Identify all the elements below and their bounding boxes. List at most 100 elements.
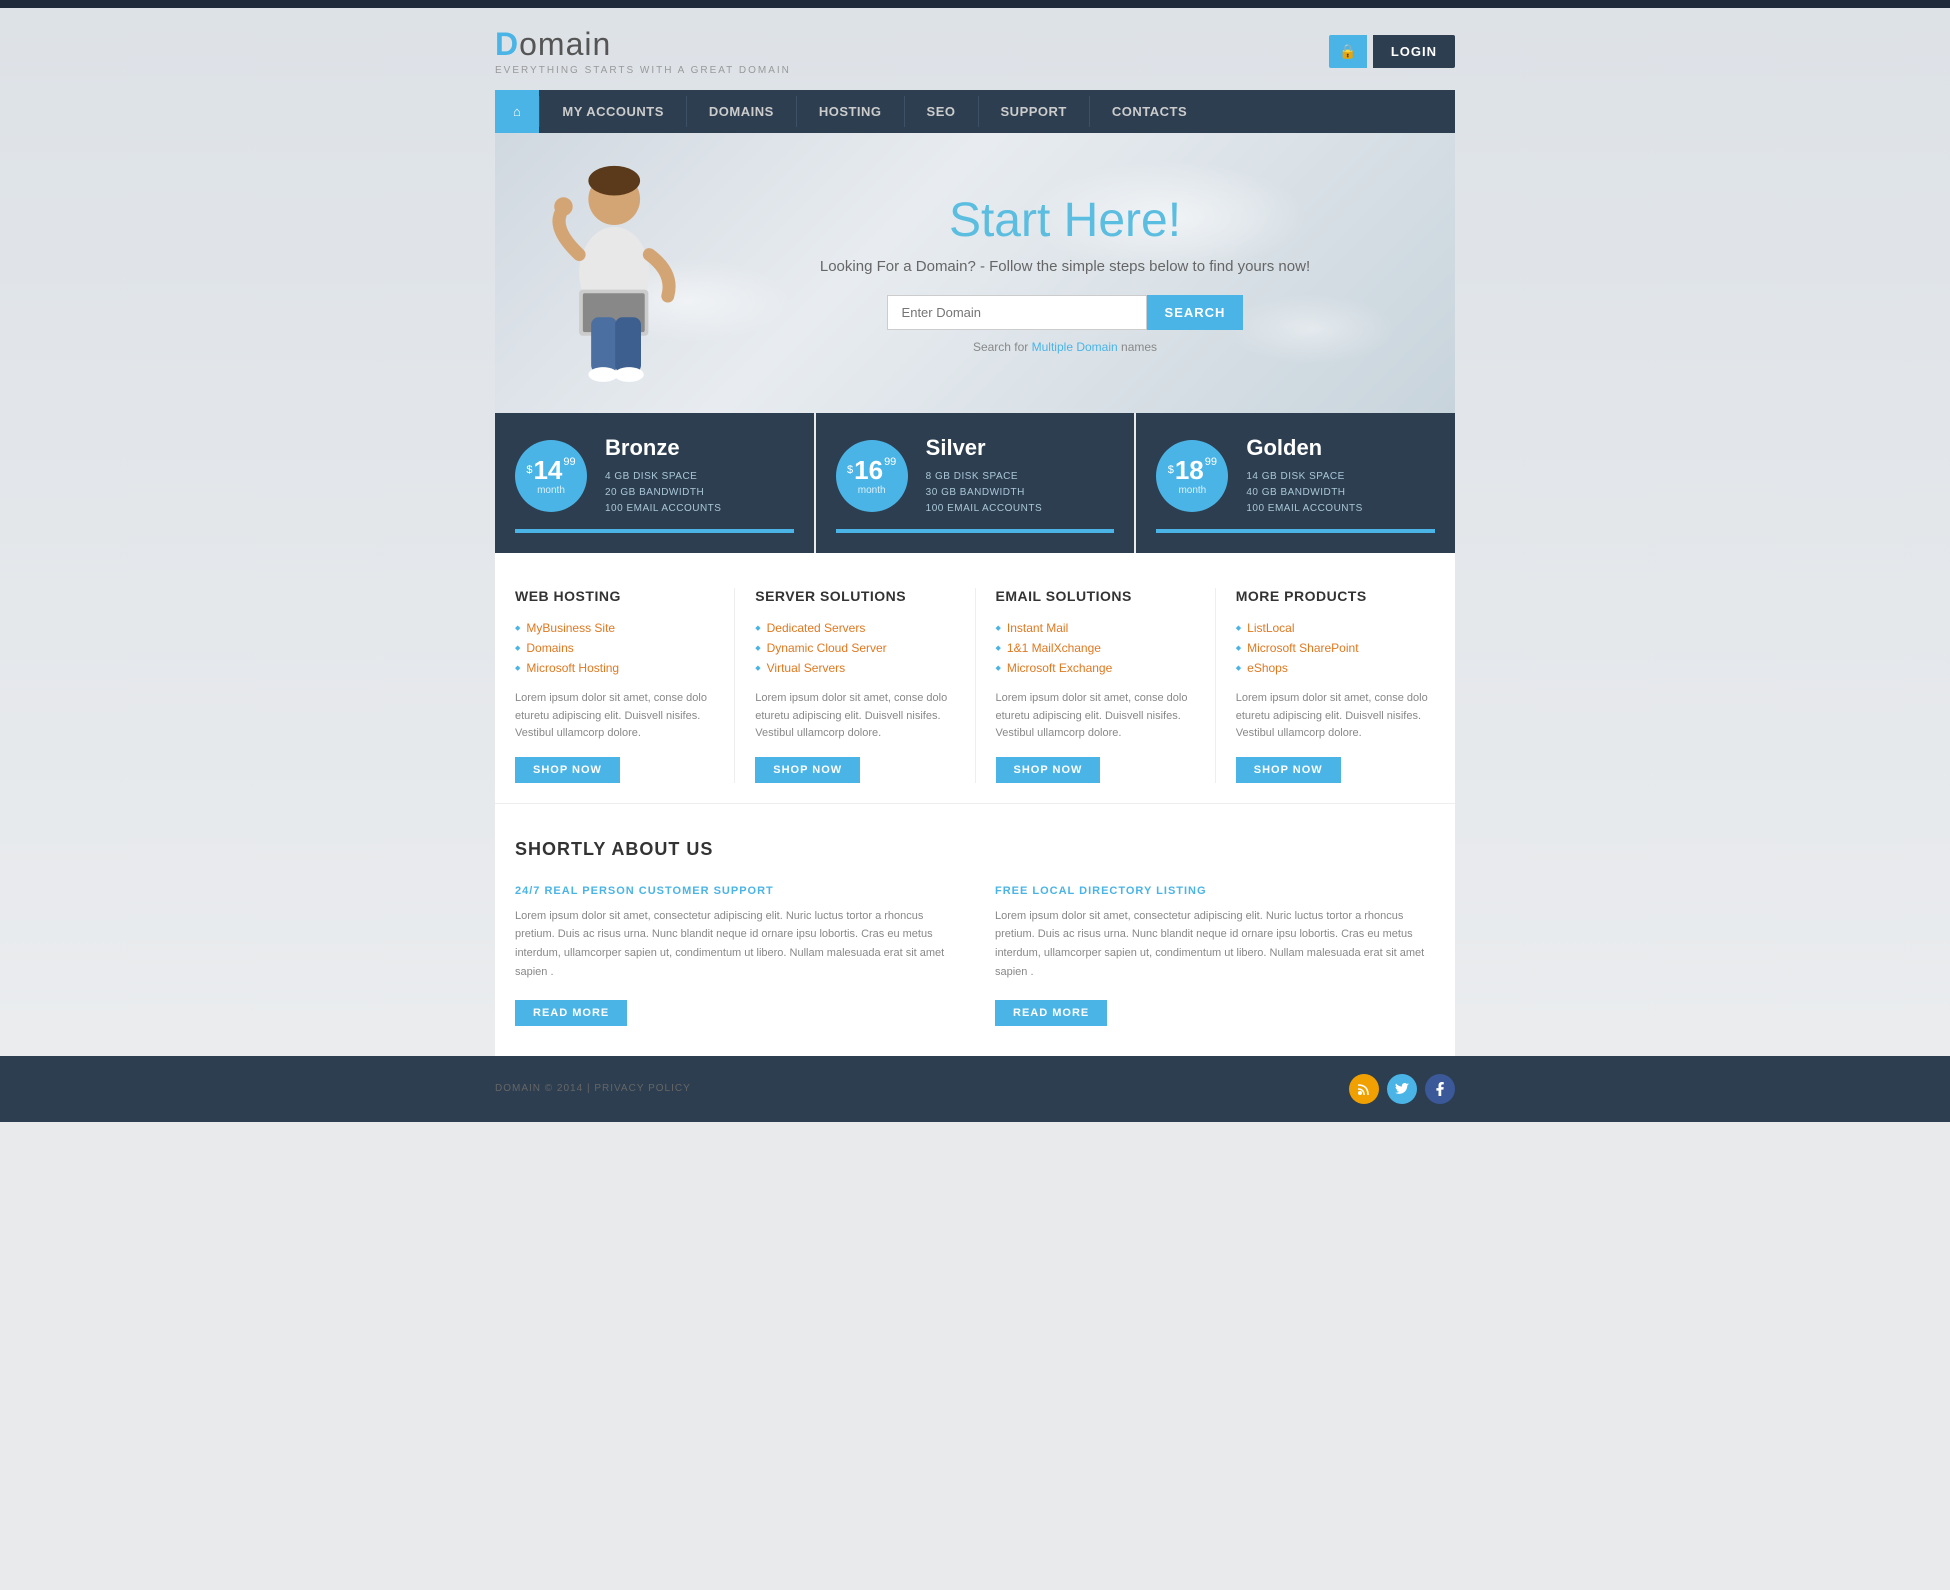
price-period: month — [858, 485, 886, 496]
feature-list: Dedicated Servers Dynamic Cloud Server V… — [755, 618, 954, 678]
nav-contacts[interactable]: CONTACTS — [1090, 90, 1209, 133]
price-bubble-silver: $ 16 99 month — [836, 440, 908, 512]
price-cents: 99 — [1205, 457, 1217, 468]
search-button[interactable]: SEARCH — [1147, 295, 1244, 330]
hero-person-illustration — [495, 153, 715, 393]
about-col-title: FREE LOCAL DIRECTORY LISTING — [995, 885, 1435, 897]
features-section: WEB HOSTING MyBusiness Site Domains Micr… — [495, 553, 1455, 803]
footer: DOMAIN © 2014 | PRIVACY POLICY — [0, 1056, 1950, 1122]
about-col-directory: FREE LOCAL DIRECTORY LISTING Lorem ipsum… — [995, 885, 1435, 1026]
pricing-card-bronze: $ 14 99 month Bronze 4 GB DISK SPACE 20 … — [495, 413, 816, 553]
multiple-domain-link[interactable]: Multiple Domain — [1032, 340, 1118, 354]
feature-desc: Lorem ipsum dolor sit amet, conse dolo e… — [1236, 690, 1435, 743]
feature-link[interactable]: eShops — [1247, 661, 1288, 675]
feature-link[interactable]: Microsoft Exchange — [1007, 661, 1112, 675]
pricing-card-golden: $ 18 99 month Golden 14 GB DISK SPACE 40… — [1136, 413, 1455, 553]
feature-title: MORE PRODUCTS — [1236, 588, 1435, 604]
plan-name-silver: Silver — [926, 435, 1115, 461]
price-number: 16 — [854, 457, 883, 483]
plan-feature: 14 GB DISK SPACE — [1246, 469, 1435, 485]
shop-now-button[interactable]: SHOP NOW — [996, 757, 1101, 783]
feature-desc: Lorem ipsum dolor sit amet, conse dolo e… — [755, 690, 954, 743]
plan-feature: 100 EMAIL ACCOUNTS — [926, 501, 1115, 517]
feature-link[interactable]: Dedicated Servers — [767, 621, 866, 635]
hero-content: Start Here! Looking For a Domain? - Foll… — [715, 193, 1415, 354]
price-number: 18 — [1175, 457, 1204, 483]
feature-link[interactable]: MyBusiness Site — [526, 621, 615, 635]
feature-title: EMAIL SOLUTIONS — [996, 588, 1195, 604]
read-more-button[interactable]: READ MORE — [515, 1000, 627, 1026]
feature-link[interactable]: Virtual Servers — [767, 661, 845, 675]
rss-button[interactable] — [1349, 1074, 1379, 1104]
shop-now-button[interactable]: SHOP NOW — [515, 757, 620, 783]
footer-social — [1349, 1074, 1455, 1104]
footer-copyright: DOMAIN © 2014 | PRIVACY POLICY — [495, 1083, 691, 1094]
nav-domains[interactable]: DOMAINS — [687, 90, 796, 133]
feature-link[interactable]: Domains — [526, 641, 573, 655]
nav-support[interactable]: SUPPORT — [979, 90, 1089, 133]
price-dollar: $ — [526, 465, 532, 476]
login-button[interactable]: LOGIN — [1373, 35, 1455, 68]
feature-link[interactable]: Instant Mail — [1007, 621, 1068, 635]
price-dollar: $ — [847, 465, 853, 476]
list-item: MyBusiness Site — [515, 618, 714, 638]
feature-desc: Lorem ipsum dolor sit amet, conse dolo e… — [996, 690, 1195, 743]
hero-subtitle: Looking For a Domain? - Follow the simpl… — [715, 258, 1415, 275]
nav-seo[interactable]: SEO — [905, 90, 978, 133]
feature-link[interactable]: Microsoft SharePoint — [1247, 641, 1358, 655]
search-row: SEARCH — [715, 295, 1415, 330]
list-item: Microsoft Hosting — [515, 658, 714, 678]
facebook-button[interactable] — [1425, 1074, 1455, 1104]
feature-more-products: MORE PRODUCTS ListLocal Microsoft ShareP… — [1216, 588, 1455, 783]
feature-link[interactable]: Dynamic Cloud Server — [767, 641, 887, 655]
list-item: Dynamic Cloud Server — [755, 638, 954, 658]
lock-icon-button[interactable]: 🔒 — [1329, 35, 1366, 68]
shop-now-button[interactable]: SHOP NOW — [755, 757, 860, 783]
about-title: SHORTLY ABOUT US — [515, 839, 1435, 860]
price-number: 14 — [533, 457, 562, 483]
plan-feature: 30 GB BANDWIDTH — [926, 485, 1115, 501]
list-item: Virtual Servers — [755, 658, 954, 678]
twitter-button[interactable] — [1387, 1074, 1417, 1104]
feature-link[interactable]: Microsoft Hosting — [526, 661, 619, 675]
plan-feature: 4 GB DISK SPACE — [605, 469, 794, 485]
logo-subtitle: EVERYTHING STARTS WITH A GREAT DOMAIN — [495, 65, 791, 76]
about-col-support: 24/7 REAL PERSON CUSTOMER SUPPORT Lorem … — [515, 885, 955, 1026]
list-item: Instant Mail — [996, 618, 1195, 638]
footer-inner: DOMAIN © 2014 | PRIVACY POLICY — [495, 1074, 1455, 1104]
domain-search-input[interactable] — [887, 295, 1147, 330]
pricing-bottom-bar — [836, 529, 1115, 533]
shop-now-button[interactable]: SHOP NOW — [1236, 757, 1341, 783]
about-cols: 24/7 REAL PERSON CUSTOMER SUPPORT Lorem … — [515, 885, 1435, 1026]
pricing-details-silver: Silver 8 GB DISK SPACE 30 GB BANDWIDTH 1… — [926, 435, 1115, 517]
logo-letter: D — [495, 26, 519, 62]
nav-home[interactable]: ⌂ — [495, 90, 539, 133]
feature-title: WEB HOSTING — [515, 588, 714, 604]
list-item: Microsoft SharePoint — [1236, 638, 1435, 658]
nav-my-accounts[interactable]: MY ACCOUNTS — [540, 90, 686, 133]
feature-link[interactable]: 1&1 MailXchange — [1007, 641, 1101, 655]
feature-email-solutions: EMAIL SOLUTIONS Instant Mail 1&1 MailXch… — [976, 588, 1216, 783]
list-item: eShops — [1236, 658, 1435, 678]
price-bubble-golden: $ 18 99 month — [1156, 440, 1228, 512]
feature-desc: Lorem ipsum dolor sit amet, conse dolo e… — [515, 690, 714, 743]
navigation: ⌂ MY ACCOUNTS DOMAINS HOSTING SEO SUPPOR… — [495, 90, 1455, 133]
logo-title: Domain — [495, 26, 791, 63]
home-icon: ⌂ — [513, 104, 521, 119]
feature-title: SERVER SOLUTIONS — [755, 588, 954, 604]
hero-multi-domain: Search for Multiple Domain names — [715, 340, 1415, 354]
top-bar — [0, 0, 1950, 8]
pricing-details-bronze: Bronze 4 GB DISK SPACE 20 GB BANDWIDTH 1… — [605, 435, 794, 517]
feature-list: MyBusiness Site Domains Microsoft Hostin… — [515, 618, 714, 678]
feature-list: Instant Mail 1&1 MailXchange Microsoft E… — [996, 618, 1195, 678]
nav-hosting[interactable]: HOSTING — [797, 90, 904, 133]
hero-title: Start Here! — [715, 193, 1415, 248]
read-more-button[interactable]: READ MORE — [995, 1000, 1107, 1026]
about-col-text: Lorem ipsum dolor sit amet, consectetur … — [515, 907, 955, 982]
price-bubble-bronze: $ 14 99 month — [515, 440, 587, 512]
feature-link[interactable]: ListLocal — [1247, 621, 1294, 635]
price-cents: 99 — [884, 457, 896, 468]
price-period: month — [1178, 485, 1206, 496]
price-period: month — [537, 485, 565, 496]
price-dollar: $ — [1168, 465, 1174, 476]
